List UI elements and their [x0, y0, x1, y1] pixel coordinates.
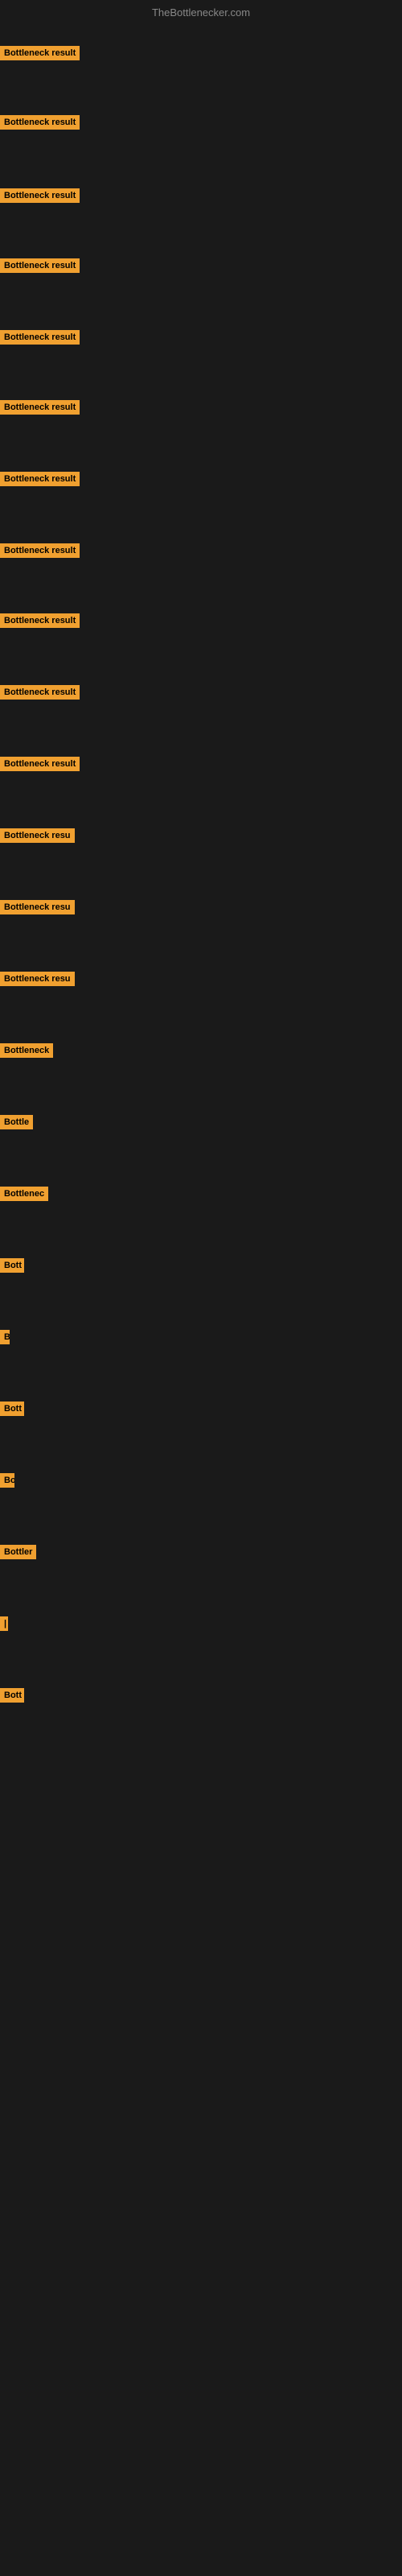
bottleneck-result-label: Bottleneck resu: [0, 828, 75, 843]
site-title: TheBottlenecker.com: [152, 6, 250, 19]
bottleneck-result-label: Bott: [0, 1258, 24, 1273]
bottleneck-result-label: Bo: [0, 1473, 14, 1488]
bottleneck-result-label: Bottleneck result: [0, 613, 80, 628]
bottleneck-result-label: Bottle: [0, 1115, 33, 1129]
bottleneck-result-label: Bottleneck result: [0, 188, 80, 203]
bottleneck-result-label: Bottleneck result: [0, 46, 80, 60]
bottleneck-result-label: Bottlenec: [0, 1187, 48, 1201]
bottleneck-result-label: Bott: [0, 1688, 24, 1703]
bottleneck-result-label: Bott: [0, 1402, 24, 1416]
bottleneck-result-label: Bottleneck result: [0, 543, 80, 558]
bottleneck-result-label: Bottleneck result: [0, 685, 80, 700]
bottleneck-result-label: Bottleneck result: [0, 472, 80, 486]
bottleneck-result-label: Bottleneck resu: [0, 972, 75, 986]
bottleneck-result-label: B: [0, 1330, 10, 1344]
bottleneck-result-label: |: [0, 1616, 8, 1631]
bottleneck-result-label: Bottleneck resu: [0, 900, 75, 914]
bottleneck-result-label: Bottleneck result: [0, 115, 80, 130]
bottleneck-result-label: Bottleneck result: [0, 258, 80, 273]
bottleneck-result-label: Bottler: [0, 1545, 36, 1559]
bottleneck-result-label: Bottleneck result: [0, 400, 80, 415]
bottleneck-result-label: Bottleneck: [0, 1043, 53, 1058]
bottleneck-result-label: Bottleneck result: [0, 330, 80, 345]
bottleneck-result-label: Bottleneck result: [0, 757, 80, 771]
